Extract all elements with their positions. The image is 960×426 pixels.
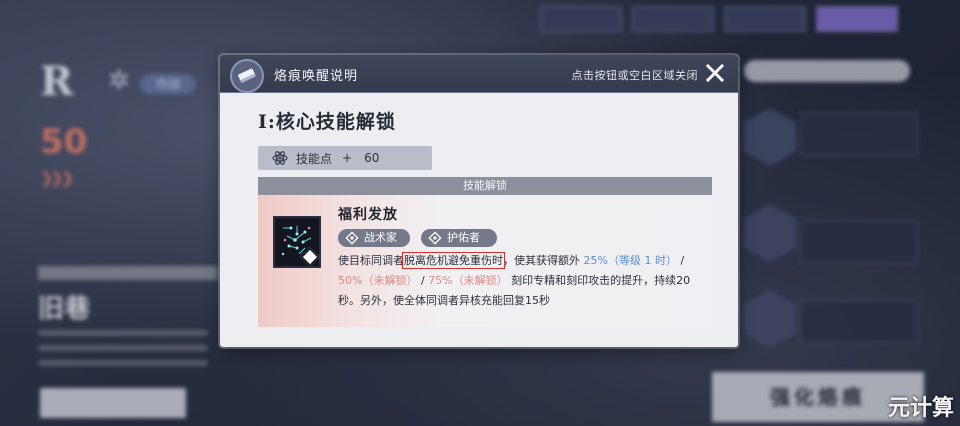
skill-points-plus: + — [342, 151, 353, 165]
awakening-dialog[interactable]: 烙痕唤醒说明 点击按钮或空白区域关闭 I:核心技能解锁 技能点 + 60 技能解… — [220, 55, 738, 347]
skill-points-bar: 技能点 + 60 — [258, 146, 432, 170]
dialog-header: 烙痕唤醒说明 点击按钮或空白区域关闭 — [220, 55, 738, 93]
tactician-icon — [345, 231, 359, 245]
skill-name: 福利发放 — [338, 207, 398, 223]
eraser-icon — [230, 59, 264, 93]
skill-icon — [273, 216, 321, 268]
dialog-title: 烙痕唤醒说明 — [274, 69, 359, 84]
skill-unlock-bar: 技能解锁 — [258, 177, 712, 195]
locked-value-2: 50%（未解锁） — [338, 274, 418, 287]
skill-points-value: 60 — [364, 151, 380, 165]
close-button[interactable] — [704, 62, 726, 84]
protector-icon — [428, 231, 442, 245]
close-icon — [705, 63, 725, 83]
level1-value: 25%（等级 1 时） — [583, 254, 677, 267]
skill-description: 使目标同调者脱离危机避免重伤时，使其获得额外 25%（等级 1 时） / 50%… — [338, 252, 691, 307]
close-hint: 点击按钮或空白区域关闭 — [571, 69, 698, 82]
atom-icon — [272, 151, 288, 165]
tag-tactician: 战术家 — [338, 229, 410, 247]
highlighted-condition: 脱离危机避免重伤时 — [402, 252, 505, 269]
watermark: 元计算 — [887, 396, 954, 421]
section-heading: I:核心技能解锁 — [258, 111, 396, 133]
tag-protector: 护佑者 — [421, 229, 497, 247]
locked-value-3: 75%（未解锁） — [428, 274, 508, 287]
skill-points-label: 技能点 — [296, 151, 333, 166]
skill-card: 福利发放 战术家 护佑者 使目标同调者脱离危机避免重伤时，使其获得额外 25%（… — [258, 195, 712, 327]
